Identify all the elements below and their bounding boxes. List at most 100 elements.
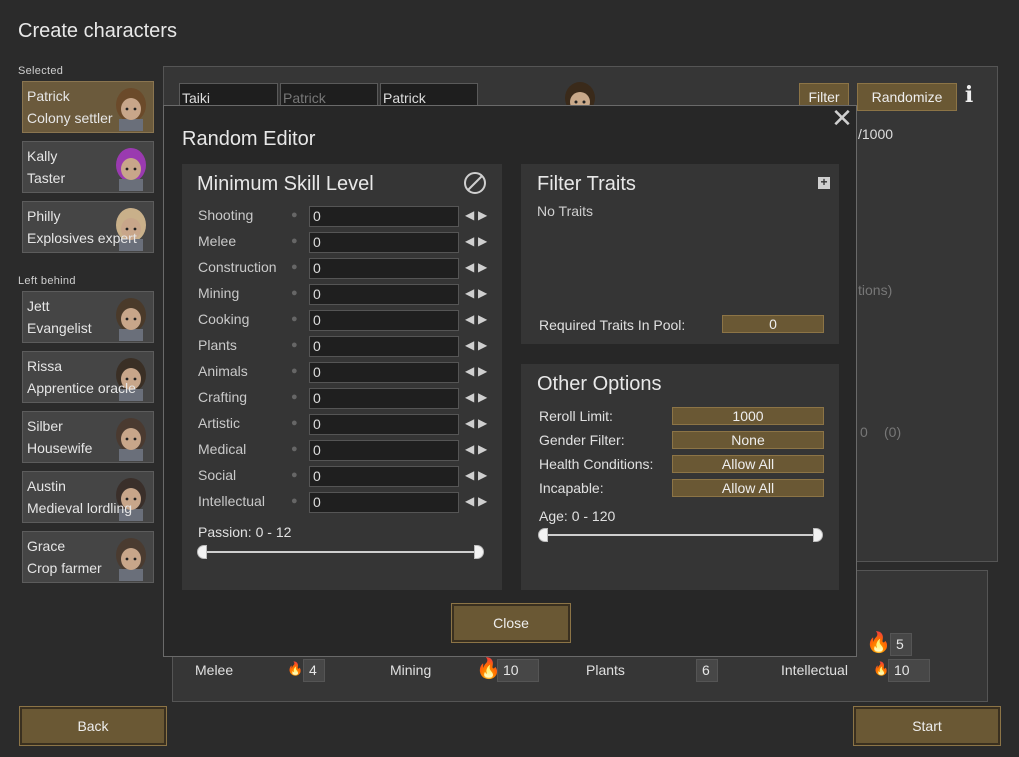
skill-label: Shooting bbox=[198, 207, 254, 223]
add-trait-icon[interactable]: + bbox=[818, 176, 830, 189]
skill-label: Medical bbox=[198, 441, 247, 457]
back-button[interactable]: Back bbox=[19, 706, 167, 746]
passion-toggle-icon[interactable]: ● bbox=[291, 313, 298, 325]
skill-increment-icon[interactable]: ▶ bbox=[478, 338, 487, 352]
pawn-card[interactable]: Kally Taster bbox=[22, 141, 154, 193]
reroll-limit-button[interactable]: 1000 bbox=[672, 407, 824, 425]
passion-toggle-icon[interactable]: ● bbox=[291, 261, 298, 273]
skill-min-input[interactable]: 0 bbox=[309, 258, 459, 279]
info-icon[interactable]: i bbox=[960, 83, 978, 107]
skill-min-input[interactable]: 0 bbox=[309, 362, 459, 383]
skill-decrement-icon[interactable]: ◀ bbox=[465, 286, 474, 300]
skill-decrement-icon[interactable]: ◀ bbox=[465, 208, 474, 222]
skill-decrement-icon[interactable]: ◀ bbox=[465, 260, 474, 274]
start-button[interactable]: Start bbox=[853, 706, 1001, 746]
pawn-role: Evangelist bbox=[27, 320, 92, 336]
skill-value-mining: 10 bbox=[497, 659, 539, 682]
skill-min-input[interactable]: 0 bbox=[309, 492, 459, 513]
pawn-card[interactable]: Patrick Colony settler bbox=[22, 81, 154, 133]
reroll-counter-text: /1000 bbox=[858, 126, 894, 142]
skill-decrement-icon[interactable]: ◀ bbox=[465, 234, 474, 248]
skill-decrement-icon[interactable]: ◀ bbox=[465, 468, 474, 482]
passion-toggle-icon[interactable]: ● bbox=[291, 235, 298, 247]
skill-increment-icon[interactable]: ▶ bbox=[478, 364, 487, 378]
skill-decrement-icon[interactable]: ◀ bbox=[465, 416, 474, 430]
skill-decrement-icon[interactable]: ◀ bbox=[465, 312, 474, 326]
skill-increment-icon[interactable]: ▶ bbox=[478, 494, 487, 508]
skill-min-input[interactable]: 0 bbox=[309, 232, 459, 253]
skill-increment-icon[interactable]: ▶ bbox=[478, 208, 487, 222]
health-conditions-label: Health Conditions: bbox=[539, 456, 654, 472]
skill-row: Intellectual ● 0 ◀ ▶ bbox=[182, 492, 502, 516]
skill-increment-icon[interactable]: ▶ bbox=[478, 312, 487, 326]
skill-min-input[interactable]: 0 bbox=[309, 206, 459, 227]
skill-increment-icon[interactable]: ▶ bbox=[478, 416, 487, 430]
gender-filter-button[interactable]: None bbox=[672, 431, 824, 449]
close-button[interactable]: Close bbox=[451, 603, 571, 643]
skill-increment-icon[interactable]: ▶ bbox=[478, 468, 487, 482]
pawn-card[interactable]: Jett Evangelist bbox=[22, 291, 154, 343]
passion-toggle-icon[interactable]: ● bbox=[291, 391, 298, 403]
skill-min-input[interactable]: 0 bbox=[309, 284, 459, 305]
skill-increment-icon[interactable]: ▶ bbox=[478, 286, 487, 300]
skill-increment-icon[interactable]: ▶ bbox=[478, 390, 487, 404]
passion-toggle-icon[interactable]: ● bbox=[291, 287, 298, 299]
skill-increment-icon[interactable]: ▶ bbox=[478, 234, 487, 248]
incapable-button[interactable]: Allow All bbox=[672, 479, 824, 497]
last-name-field[interactable]: Patrick bbox=[380, 83, 478, 107]
skill-min-input[interactable]: 0 bbox=[309, 440, 459, 461]
pawn-card[interactable]: Grace Crop farmer bbox=[22, 531, 154, 583]
skill-increment-icon[interactable]: ▶ bbox=[478, 260, 487, 274]
skill-row: Mining ● 0 ◀ ▶ bbox=[182, 284, 502, 308]
pawn-card[interactable]: Austin Medieval lordling bbox=[22, 471, 154, 523]
skill-min-input[interactable]: 0 bbox=[309, 414, 459, 435]
gender-filter-label: Gender Filter: bbox=[539, 432, 625, 448]
pawn-card[interactable]: Philly Explosives expert bbox=[22, 201, 154, 253]
passion-toggle-icon[interactable]: ● bbox=[291, 365, 298, 377]
incapable-label: Incapable: bbox=[539, 480, 604, 496]
age-slider-min-handle[interactable] bbox=[538, 528, 548, 542]
dialog-title: Random Editor bbox=[182, 128, 316, 150]
nick-name-field[interactable]: Patrick bbox=[280, 83, 378, 107]
first-name-field[interactable]: Taiki bbox=[179, 83, 278, 107]
pawn-role: Housewife bbox=[27, 440, 93, 456]
pawn-card[interactable]: Rissa Apprentice oracle bbox=[22, 351, 154, 403]
skill-row: Construction ● 0 ◀ ▶ bbox=[182, 258, 502, 282]
age-label: Age: 0 - 120 bbox=[539, 508, 616, 524]
skill-min-input[interactable]: 0 bbox=[309, 466, 459, 487]
skill-decrement-icon[interactable]: ◀ bbox=[465, 390, 474, 404]
skill-row: Shooting ● 0 ◀ ▶ bbox=[182, 206, 502, 230]
age-slider-max-handle[interactable] bbox=[813, 528, 823, 542]
pawn-name: Austin bbox=[27, 478, 66, 494]
skill-decrement-icon[interactable]: ◀ bbox=[465, 494, 474, 508]
page-title: Create characters bbox=[18, 20, 177, 42]
skill-decrement-icon[interactable]: ◀ bbox=[465, 338, 474, 352]
passion-toggle-icon[interactable]: ● bbox=[291, 339, 298, 351]
passion-toggle-icon[interactable]: ● bbox=[291, 417, 298, 429]
pawn-role: Crop farmer bbox=[27, 560, 102, 576]
close-icon[interactable]: ✕ bbox=[830, 105, 854, 131]
skill-value-melee: 4 bbox=[303, 659, 325, 682]
skill-label: Crafting bbox=[198, 389, 248, 405]
skill-min-input[interactable]: 0 bbox=[309, 336, 459, 357]
randomize-button[interactable]: Randomize bbox=[857, 83, 957, 111]
pawn-card[interactable]: Silber Housewife bbox=[22, 411, 154, 463]
skill-decrement-icon[interactable]: ◀ bbox=[465, 442, 474, 456]
pawn-role: Taster bbox=[27, 170, 66, 186]
required-traits-value[interactable]: 0 bbox=[722, 315, 824, 333]
clear-icon[interactable] bbox=[463, 171, 487, 195]
pawn-role: Apprentice oracle bbox=[27, 380, 136, 396]
skill-min-input[interactable]: 0 bbox=[309, 310, 459, 331]
passion-slider-max-handle[interactable] bbox=[474, 545, 484, 559]
skill-label: Plants bbox=[198, 337, 237, 353]
skill-decrement-icon[interactable]: ◀ bbox=[465, 364, 474, 378]
skill-min-input[interactable]: 0 bbox=[309, 388, 459, 409]
passion-toggle-icon[interactable]: ● bbox=[291, 443, 298, 455]
passion-slider-min-handle[interactable] bbox=[197, 545, 207, 559]
passion-toggle-icon[interactable]: ● bbox=[291, 495, 298, 507]
passion-toggle-icon[interactable]: ● bbox=[291, 209, 298, 221]
skill-increment-icon[interactable]: ▶ bbox=[478, 442, 487, 456]
age-slider-track bbox=[545, 534, 819, 536]
health-conditions-button[interactable]: Allow All bbox=[672, 455, 824, 473]
passion-toggle-icon[interactable]: ● bbox=[291, 469, 298, 481]
